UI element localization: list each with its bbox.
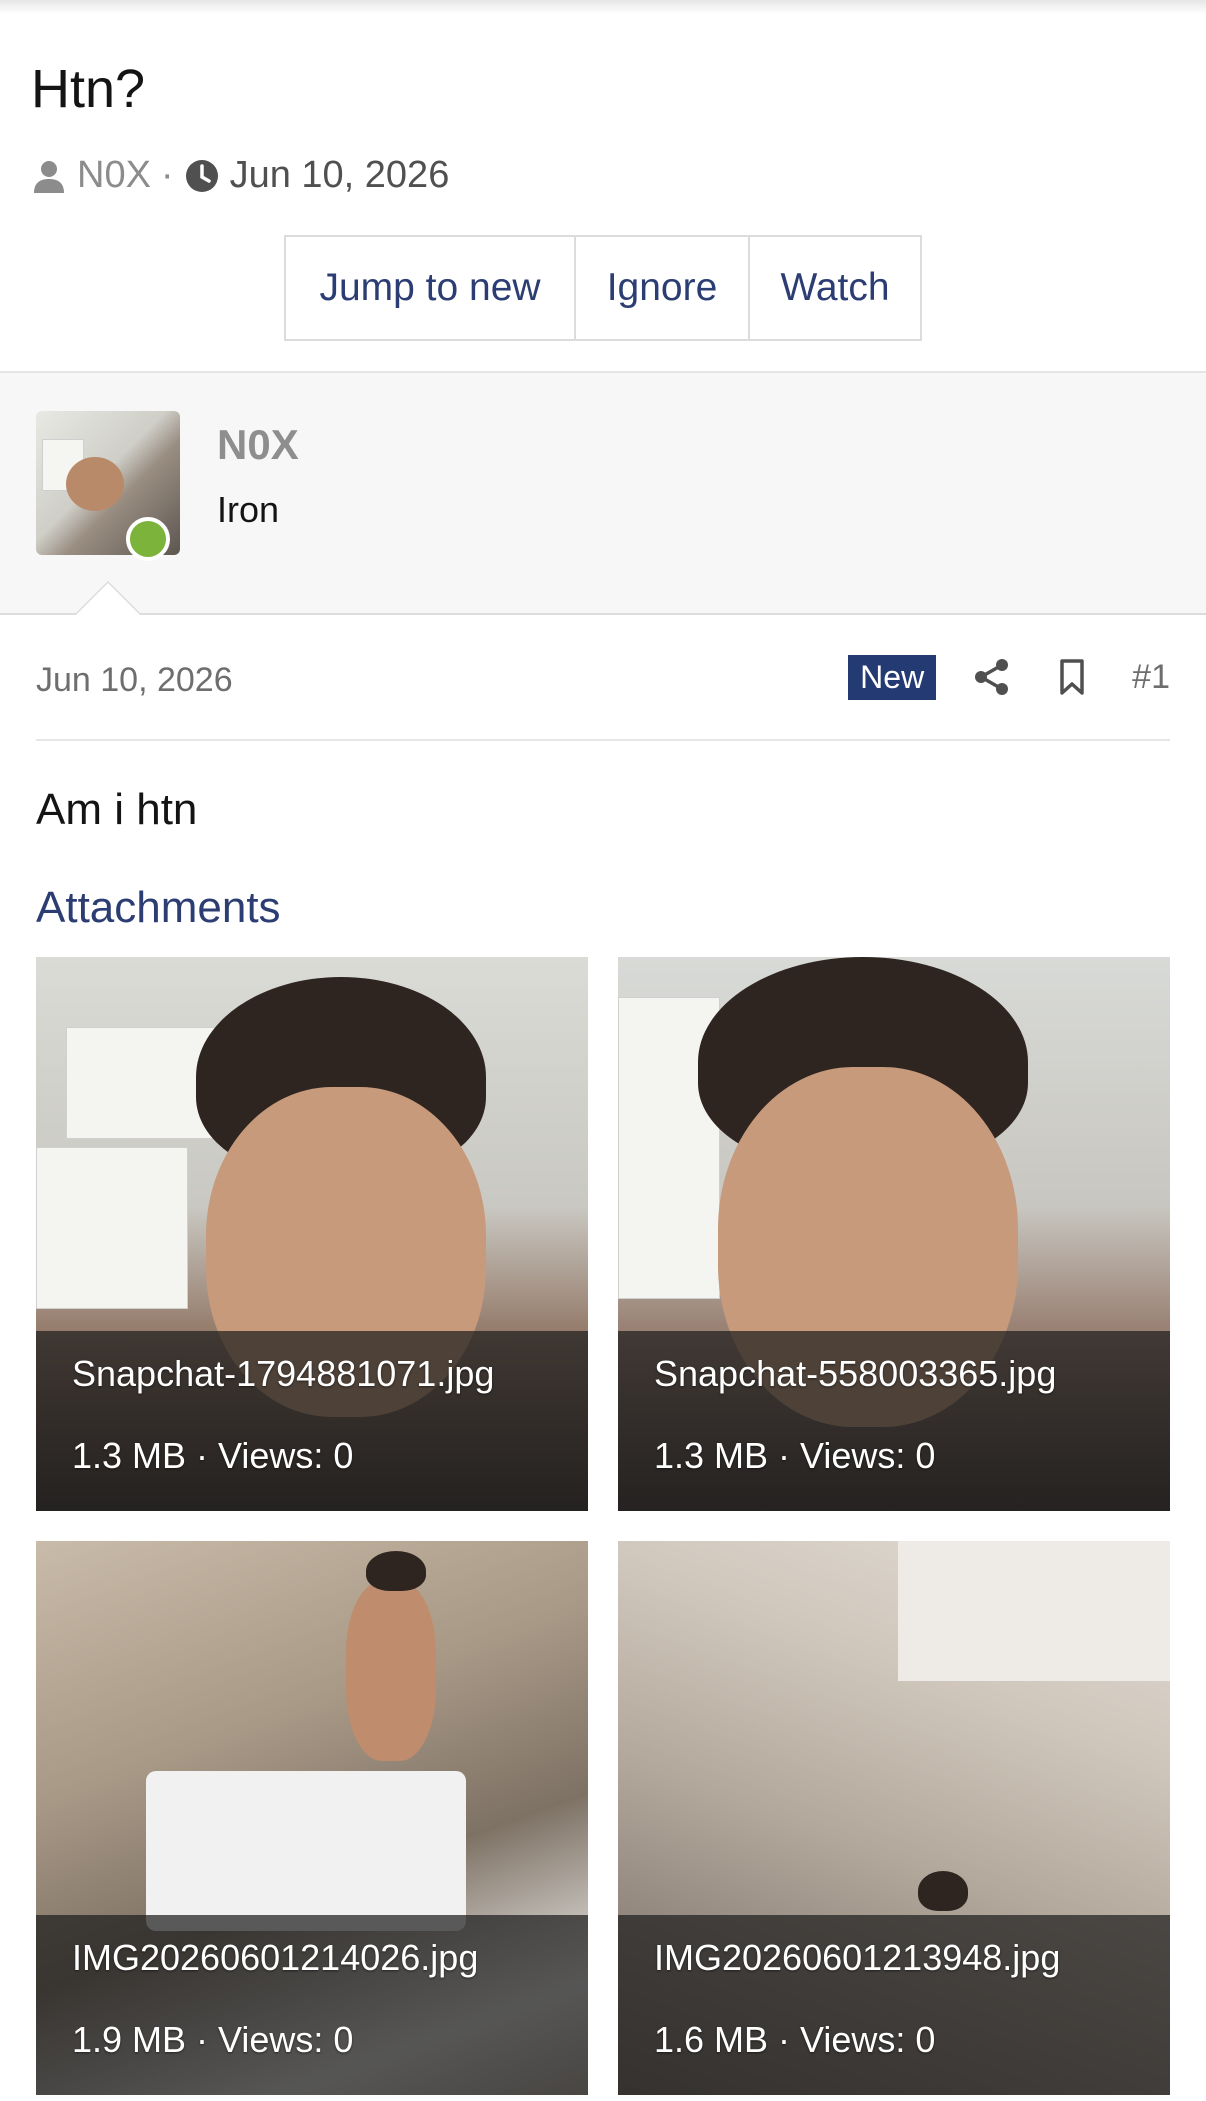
attachment-filename: IMG20260601214026.jpg	[72, 1937, 479, 1978]
clock-icon	[184, 158, 220, 194]
attachment-thumbnail[interactable]: Snapchat-558003365.jpg 1.3 MB · Views: 0	[618, 957, 1170, 1511]
thread-header: Htn? N0X · Jun 10, 2026 Jump to new Igno…	[0, 62, 1206, 341]
attachments-grid: Snapchat-1794881071.jpg 1.3 MB · Views: …	[36, 957, 1170, 2095]
post: Jun 10, 2026 New #1 Am i htn Attachments	[0, 615, 1206, 2095]
image-detail	[898, 1541, 1170, 1681]
attachment-thumbnail[interactable]: IMG20260601213948.jpg 1.6 MB · Views: 0	[618, 1541, 1170, 2095]
attachment-meta: 1.3 MB · Views: 0	[72, 1435, 354, 1476]
post-body: Am i htn	[36, 785, 198, 834]
attachment-thumbnail[interactable]: Snapchat-1794881071.jpg 1.3 MB · Views: …	[36, 957, 588, 1511]
thread-meta: N0X · Jun 10, 2026	[31, 154, 1175, 197]
image-detail	[36, 1147, 188, 1309]
post-header: Jun 10, 2026 New #1	[36, 615, 1170, 741]
watch-button[interactable]: Watch	[750, 237, 920, 339]
ignore-button[interactable]: Ignore	[576, 237, 750, 339]
thread-actions: Jump to new Ignore Watch	[284, 235, 922, 341]
thread-title: Htn?	[31, 59, 146, 119]
post-date-link[interactable]: Jun 10, 2026	[36, 655, 848, 700]
share-icon[interactable]	[972, 657, 1012, 697]
image-detail	[346, 1581, 436, 1761]
meta-separator: ·	[160, 154, 174, 196]
attachment-filename: Snapchat-1794881071.jpg	[72, 1353, 495, 1394]
thread-date-link[interactable]: Jun 10, 2026	[230, 154, 450, 197]
attachment-caption: Snapchat-1794881071.jpg 1.3 MB · Views: …	[36, 1331, 588, 1511]
attachment-caption: IMG20260601213948.jpg 1.6 MB · Views: 0	[618, 1915, 1170, 2095]
attachment-filename: IMG20260601213948.jpg	[654, 1937, 1061, 1978]
attachment-thumbnail[interactable]: IMG20260601214026.jpg 1.9 MB · Views: 0	[36, 1541, 588, 2095]
jump-to-new-button[interactable]: Jump to new	[286, 237, 576, 339]
attachments-title: Attachments	[36, 883, 281, 932]
attachment-filename: Snapchat-558003365.jpg	[654, 1353, 1057, 1394]
attachment-meta: 1.3 MB · Views: 0	[654, 1435, 936, 1476]
post-username[interactable]: N0X	[217, 421, 299, 469]
attachment-caption: IMG20260601214026.jpg 1.9 MB · Views: 0	[36, 1915, 588, 2095]
attachment-meta: 1.9 MB · Views: 0	[72, 2019, 354, 2060]
user-block-pointer	[76, 583, 140, 615]
new-badge: New	[848, 654, 937, 700]
attachment-caption: Snapchat-558003365.jpg 1.3 MB · Views: 0	[618, 1331, 1170, 1511]
image-detail	[366, 1551, 426, 1591]
thread-author-link[interactable]: N0X	[77, 154, 151, 197]
bookmark-icon[interactable]	[1052, 657, 1092, 697]
image-detail	[918, 1871, 968, 1911]
post-number-link[interactable]: #1	[1132, 658, 1170, 697]
avatar-face	[66, 457, 124, 511]
attachment-meta: 1.6 MB · Views: 0	[654, 2019, 936, 2060]
post-user-block: N0X Iron	[0, 373, 1206, 615]
top-bar-shadow	[0, 0, 1206, 14]
user-icon	[31, 158, 67, 194]
image-detail	[146, 1771, 466, 1931]
online-status-indicator	[126, 517, 170, 561]
user-rank: Iron	[217, 489, 280, 530]
